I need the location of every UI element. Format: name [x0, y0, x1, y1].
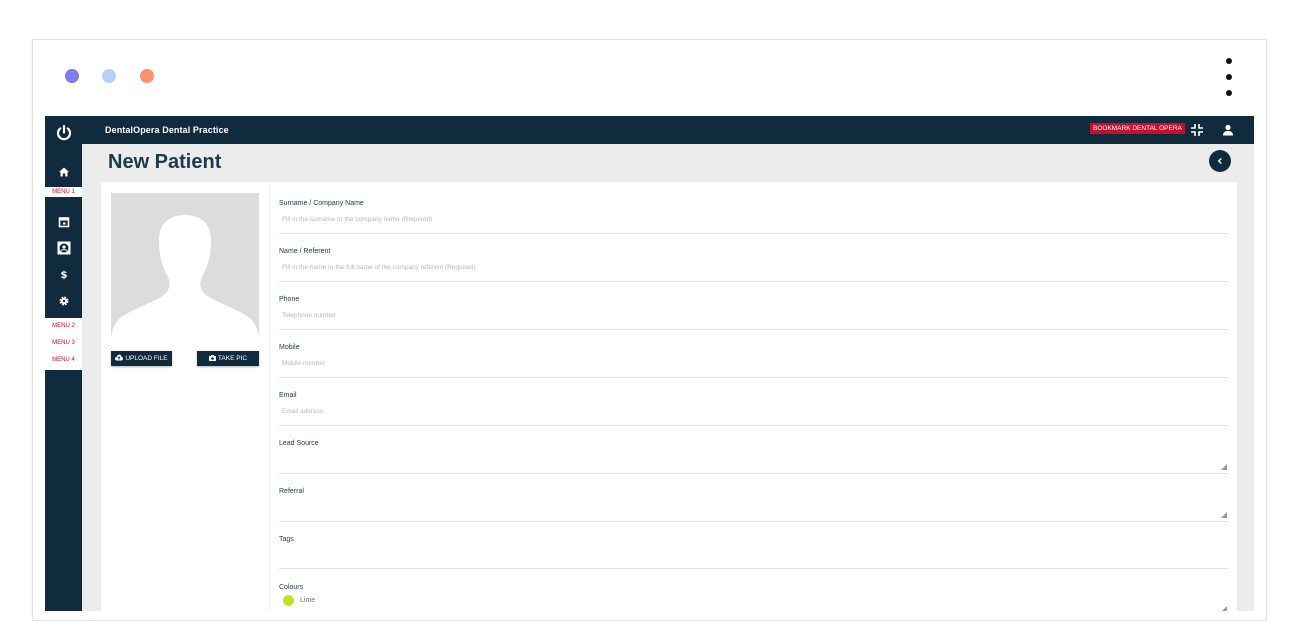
- take-pic-button[interactable]: TAKE PIC: [197, 351, 259, 366]
- power-icon[interactable]: [55, 124, 73, 142]
- upload-file-label: UPLOAD FILE: [125, 355, 168, 362]
- take-pic-label: TAKE PIC: [217, 355, 248, 362]
- svg-text:$: $: [61, 270, 68, 281]
- lead-source-label: Lead Source: [279, 440, 319, 447]
- window-dot-3: [140, 69, 154, 83]
- phone-label: Phone: [279, 296, 300, 303]
- patient-icon[interactable]: [57, 241, 71, 255]
- phone-input[interactable]: [279, 308, 1225, 322]
- colour-swatch: [283, 595, 294, 606]
- colours-field[interactable]: Colours Lime: [279, 584, 1228, 611]
- top-bar: DentalOpera Dental Practice BOOKMARK DEN…: [45, 116, 1254, 144]
- colour-value: Lime: [300, 597, 316, 604]
- dollar-icon[interactable]: $: [57, 267, 71, 281]
- lead-source-field[interactable]: Lead Source: [279, 440, 1228, 474]
- mobile-label: Mobile: [279, 344, 300, 351]
- camera-icon: [208, 355, 216, 361]
- sidebar: MENU 1 $ MENU 2 MENU 3 MENU 4: [45, 116, 82, 611]
- referral-label: Referral: [279, 488, 304, 495]
- sidebar-menu-1[interactable]: MENU 1: [45, 189, 82, 195]
- user-icon[interactable]: [1221, 123, 1235, 137]
- dropdown-corner-icon: [1221, 606, 1227, 611]
- dropdown-corner-icon: [1221, 464, 1227, 470]
- patient-form-card: UPLOAD FILE TAKE PIC Surname / Company N…: [101, 182, 1237, 611]
- email-input[interactable]: [279, 404, 1225, 418]
- referral-field[interactable]: Referral: [279, 488, 1228, 522]
- upload-file-button[interactable]: UPLOAD FILE: [111, 351, 172, 366]
- tags-field[interactable]: Tags: [279, 536, 1228, 569]
- collapse-panel-button[interactable]: [1209, 150, 1231, 172]
- more-options-icon[interactable]: [1223, 56, 1235, 100]
- chevron-left-icon: [1217, 157, 1222, 165]
- photo-column: UPLOAD FILE TAKE PIC: [101, 182, 270, 611]
- phone-field: Phone: [279, 296, 1228, 330]
- email-label: Email: [279, 392, 297, 399]
- window-dot-1: [65, 69, 79, 83]
- tags-label: Tags: [279, 536, 294, 543]
- collapse-arrows-icon[interactable]: [1190, 123, 1204, 137]
- sidebar-menu-4[interactable]: MENU 4: [45, 357, 82, 363]
- sidebar-menu-3[interactable]: MENU 3: [45, 340, 82, 346]
- colours-label: Colours: [279, 584, 304, 591]
- surname-label: Surname / Company Name: [279, 200, 364, 207]
- name-field: Name / Referent: [279, 248, 1228, 282]
- bookmark-button[interactable]: BOOKMARK DENTAL OPERA: [1090, 123, 1185, 134]
- name-input[interactable]: [279, 260, 1225, 274]
- cloud-upload-icon: [115, 354, 124, 361]
- avatar-silhouette-icon: [111, 215, 259, 341]
- name-label: Name / Referent: [279, 248, 331, 255]
- email-field: Email: [279, 392, 1228, 426]
- brand-name: DentalOpera Dental Practice: [105, 125, 229, 135]
- surname-input[interactable]: [279, 212, 1225, 226]
- sidebar-menu-2[interactable]: MENU 2: [45, 323, 82, 329]
- dropdown-corner-icon: [1221, 512, 1227, 518]
- window-dot-2: [102, 69, 116, 83]
- gear-icon[interactable]: [57, 294, 71, 308]
- mobile-field: Mobile: [279, 344, 1228, 378]
- page-title: New Patient: [108, 151, 222, 173]
- mobile-input[interactable]: [279, 356, 1225, 370]
- app-container: DentalOpera Dental Practice BOOKMARK DEN…: [45, 116, 1254, 611]
- avatar-placeholder: [111, 193, 259, 341]
- calendar-icon[interactable]: [57, 215, 71, 229]
- surname-field: Surname / Company Name: [279, 200, 1228, 234]
- home-icon[interactable]: [57, 165, 71, 179]
